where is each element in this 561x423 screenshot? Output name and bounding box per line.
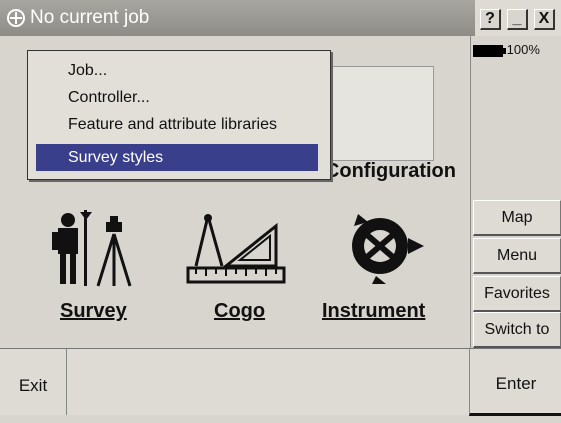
instrument-icon[interactable]	[336, 206, 428, 286]
favorites-button[interactable]: Favorites	[473, 276, 561, 312]
exit-button[interactable]: Exit	[0, 349, 67, 415]
title-bar: No current job	[0, 0, 475, 36]
menu-item-controller[interactable]: Controller...	[36, 84, 318, 111]
menu-item-feature-libraries[interactable]: Feature and attribute libraries	[36, 111, 318, 138]
bottom-bar: Exit Enter	[0, 348, 561, 416]
map-button[interactable]: Map	[473, 200, 561, 236]
minimize-button[interactable]: _	[507, 9, 528, 30]
survey-label[interactable]: Survey	[60, 300, 127, 323]
configuration-menu: Job... Controller... Feature and attribu…	[27, 50, 331, 180]
menu-item-survey-styles[interactable]: Survey styles	[36, 144, 318, 171]
trimble-logo-icon	[7, 9, 25, 27]
enter-button[interactable]: Enter	[469, 349, 561, 416]
window-controls: ? _ X	[475, 0, 561, 36]
menu-item-job[interactable]: Job...	[36, 57, 318, 84]
help-button[interactable]: ?	[480, 9, 501, 30]
instrument-label[interactable]: Instrument	[322, 300, 425, 323]
cogo-icon[interactable]	[186, 212, 286, 288]
window-title: No current job	[30, 7, 150, 28]
configuration-icon[interactable]	[328, 66, 434, 161]
cogo-label[interactable]: Cogo	[214, 300, 265, 323]
switch-to-button[interactable]: Switch to	[473, 312, 561, 348]
survey-icon[interactable]	[48, 208, 144, 290]
menu-button[interactable]: Menu	[473, 238, 561, 274]
close-button[interactable]: X	[534, 9, 555, 30]
